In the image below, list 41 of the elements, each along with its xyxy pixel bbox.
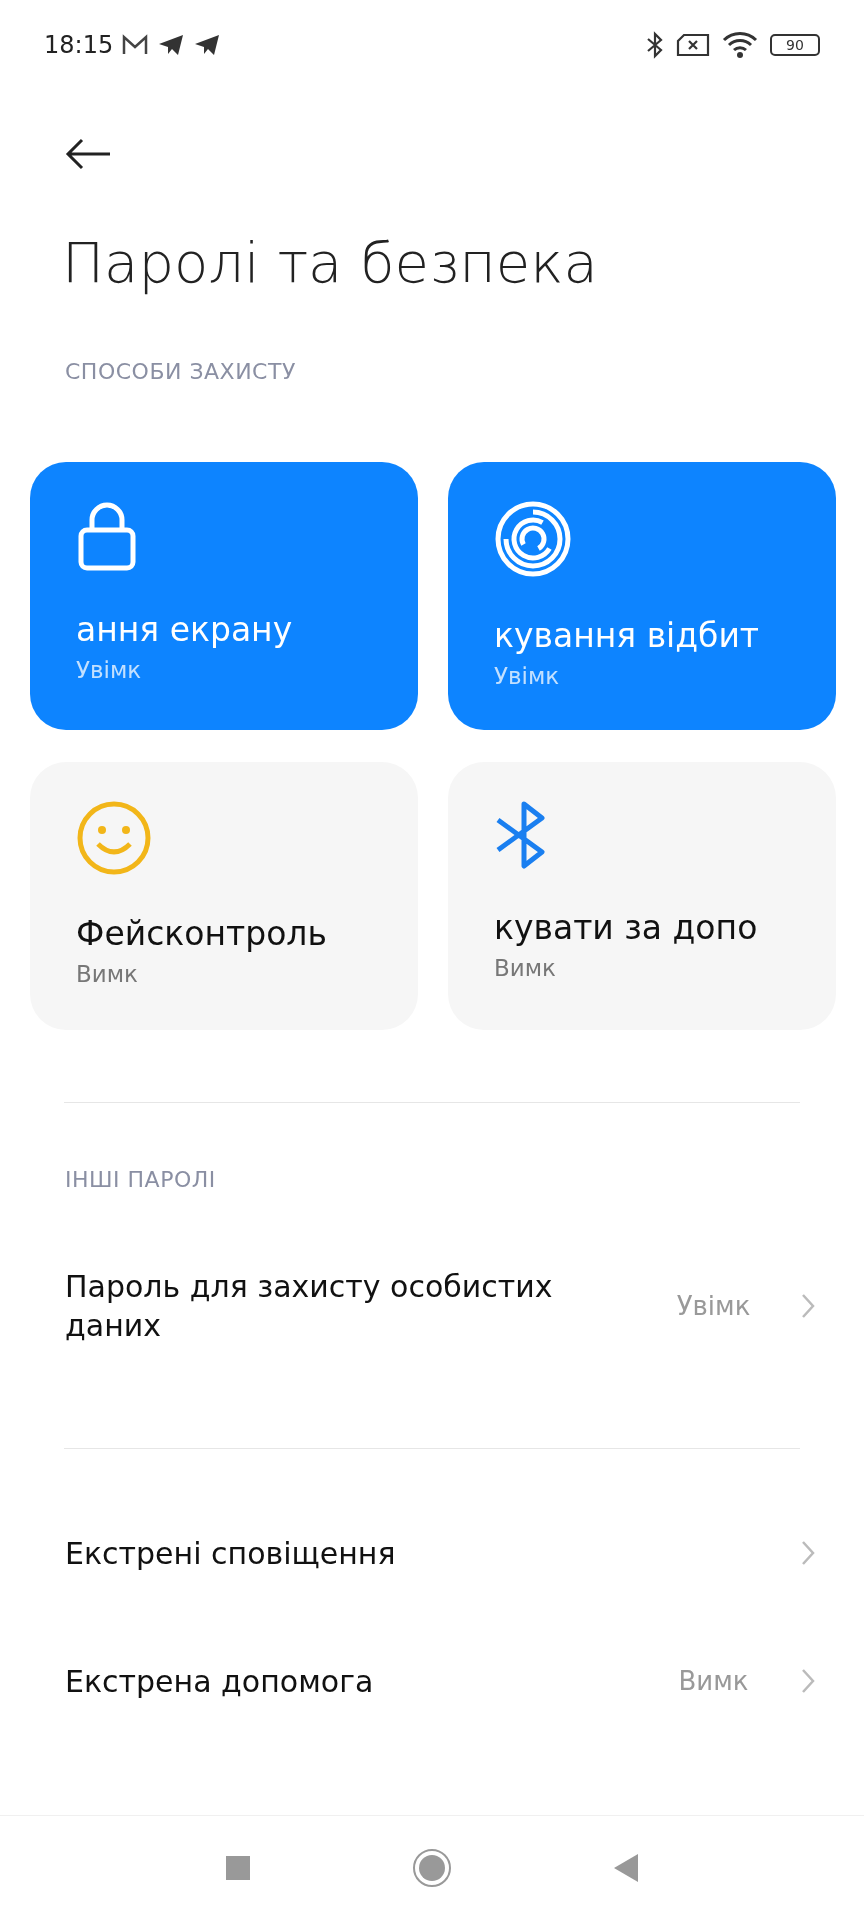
security-card[interactable]: кувати за допо Вимк [448,762,836,1030]
card-title: кувати за допо [494,908,758,947]
home-icon[interactable] [412,1848,452,1888]
wifi-icon [722,31,758,59]
section-header: СПОСОБИ ЗАХИСТУ [65,359,297,384]
paper-plane-icon [157,33,186,57]
settings-row[interactable]: Екстрена допомога Вимк [0,1617,864,1745]
section-header: ІНШІ ПАРОЛІ [65,1167,217,1192]
row-value: Увімк [676,1291,751,1321]
settings-row[interactable]: Пароль для захисту особистих даних Увімк [0,1236,864,1376]
row-title: Екстрені сповіщення [65,1534,397,1573]
row-title: Пароль для захисту особистих даних [65,1268,554,1345]
row-title: Екстрена допомога [65,1662,375,1701]
mail-icon [121,34,150,56]
page-title: Паролі та безпека [62,230,599,295]
status-time: 18:15 [44,31,114,59]
chevron-icon [800,1292,816,1320]
sim-card-icon [676,33,710,57]
chevron-icon [800,1539,816,1567]
back-arrow-icon[interactable] [64,138,112,170]
chevron-icon [800,1667,816,1695]
card-status: Вимк [494,955,556,981]
lock-icon [76,500,138,572]
card-title: ання екрану [76,610,293,649]
security-card[interactable]: кування відбит Увімк [448,462,836,730]
security-card[interactable]: Фейсконтроль Вимк [30,762,418,1030]
recent-apps-icon[interactable] [224,1854,252,1882]
security-card[interactable]: ання екрану Увімк [30,462,418,730]
battery-level: 90 [770,34,820,56]
fingerprint-icon [494,500,572,578]
settings-row[interactable]: Екстрені сповіщення [0,1489,864,1617]
card-status: Увімк [494,663,560,689]
card-status: Увімк [76,657,142,683]
bluetooth-icon [646,31,664,59]
card-status: Вимк [76,961,138,987]
paper-plane-icon [193,33,222,57]
card-title: Фейсконтроль [76,914,327,953]
smiley-icon [76,800,152,876]
back-icon[interactable] [612,1852,640,1884]
card-title: кування відбит [494,616,760,655]
row-value: Вимк [678,1666,749,1696]
